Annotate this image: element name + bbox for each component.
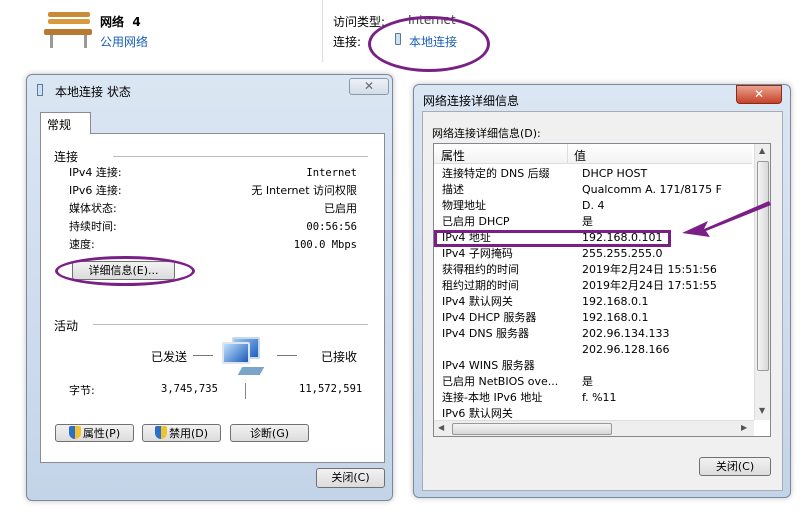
properties-button[interactable]: 属性(P) [55, 424, 134, 442]
property-value: 是 [582, 375, 593, 388]
list-row[interactable]: IPv4 子网掩码 255.255.255.0 [442, 246, 750, 262]
list-row[interactable]: 租约过期的时间 2019年2月24日 17:51:55 [442, 278, 750, 294]
close-button[interactable]: 关闭(C) [699, 457, 771, 476]
property-name: IPv4 DHCP 服务器 [442, 311, 537, 324]
list-row[interactable]: 连接-本地 IPv6 地址 f. %11 [442, 390, 750, 406]
annotation-arrow [682, 201, 771, 237]
close-button[interactable]: 关闭(C) [316, 468, 385, 488]
vertical-scrollbar[interactable]: ▲ ▼ [754, 144, 770, 420]
list-row[interactable]: 获得租约的时间 2019年2月24日 15:51:56 [442, 262, 750, 278]
list-row[interactable]: IPv4 DHCP 服务器 192.168.0.1 [442, 310, 750, 326]
close-icon[interactable]: ✕ [736, 85, 782, 104]
property-value: 192.168.0.1 [582, 311, 649, 324]
property-name: IPv4 WINS 服务器 [442, 359, 535, 372]
access-type-label: 访问类型: [333, 15, 386, 29]
details-list[interactable]: 属性 值 连接特定的 DNS 后缀 DHCP HOST 描述 Qualcomm A. … [433, 143, 771, 437]
property-value: 202.96.134.133 [582, 327, 670, 340]
sent-label: 已发送 [151, 350, 188, 364]
dialog-title: 网络连接详细信息 [423, 94, 520, 108]
shield-icon [68, 426, 81, 439]
tab-general[interactable]: 常规 [40, 112, 91, 134]
info-row: 速度: 100.0 Mbps [69, 238, 357, 251]
connection-label: 连接: [333, 35, 362, 49]
property-name: 连接特定的 DNS 后缀 [442, 167, 550, 180]
list-row[interactable]: IPv4 DNS 服务器 202.96.134.133 [442, 326, 750, 342]
activity-section-label: 活动 [54, 319, 79, 333]
info-row: 持续时间: 00:56:56 [69, 220, 357, 233]
property-value: DHCP HOST [582, 167, 648, 180]
property-value: 是 [582, 215, 593, 228]
bytes-received: 11,572,591 [299, 383, 363, 395]
network-name: 网络 4 [100, 15, 141, 29]
close-icon[interactable]: ✕ [349, 78, 389, 95]
dialog-title: 本地连接 状态 [55, 85, 131, 99]
info-row: IPv6 连接: 无 Internet 访问权限 [69, 184, 357, 197]
property-value: 255.255.255.0 [582, 247, 663, 260]
info-row: 媒体状态: 已启用 [69, 202, 357, 215]
list-row[interactable]: 202.96.128.166 [442, 342, 750, 358]
bytes-sent: 3,745,735 [161, 383, 218, 395]
property-name: 描述 [442, 183, 464, 196]
connection-section-label: 连接 [54, 150, 79, 164]
bench-icon [42, 12, 94, 48]
disable-button[interactable]: 禁用(D) [142, 424, 221, 442]
property-name: IPv4 子网掩码 [442, 247, 513, 260]
list-row[interactable]: 已启用 NetBIOS ove... 是 [442, 374, 750, 390]
list-row[interactable]: IPv4 WINS 服务器 [442, 358, 750, 374]
list-label: 网络连接详细信息(D): [432, 127, 541, 140]
property-name: 获得租约的时间 [442, 263, 519, 276]
annotation-box [434, 230, 671, 247]
property-name: IPv4 DNS 服务器 [442, 327, 530, 340]
column-header-value[interactable]: 值 [574, 147, 586, 164]
property-value: D. 4 [582, 199, 605, 212]
bytes-label: 字节: [69, 384, 95, 397]
divider [322, 0, 323, 62]
list-row[interactable]: IPv4 默认网关 192.168.0.1 [442, 294, 750, 310]
annotation-ellipse [55, 256, 195, 286]
property-value: 2019年2月24日 15:51:56 [582, 263, 717, 276]
property-name: 连接-本地 IPv6 地址 [442, 391, 543, 404]
property-value: 202.96.128.166 [582, 343, 670, 356]
property-value: 2019年2月24日 17:51:55 [582, 279, 717, 292]
diagnose-button[interactable]: 诊断(G) [230, 424, 309, 442]
list-row[interactable]: 连接特定的 DNS 后缀 DHCP HOST [442, 166, 750, 182]
received-label: 已接收 [321, 350, 358, 364]
property-value: f. %11 [582, 391, 617, 404]
info-row: IPv4 连接: Internet [69, 166, 357, 179]
property-name: 物理地址 [442, 199, 486, 212]
property-name: 租约过期的时间 [442, 279, 519, 292]
network-computers-icon [222, 337, 265, 377]
property-name: 已启用 DHCP [442, 215, 510, 228]
status-dialog: 本地连接 状态 ✕ 常规 连接 IPv4 连接: Internet IPv6 连接… [26, 74, 393, 501]
property-value: 192.168.0.1 [582, 295, 649, 308]
adapter-icon [37, 84, 43, 96]
column-header[interactable]: 属性 值 [434, 144, 752, 164]
annotation-ellipse [368, 16, 490, 72]
property-name: 已启用 NetBIOS ove... [442, 375, 559, 388]
horizontal-scrollbar[interactable]: ◀ ▶ [434, 420, 754, 436]
column-header-property[interactable]: 属性 [441, 147, 465, 164]
shield-icon [154, 426, 167, 439]
network-type-link[interactable]: 公用网络 [100, 33, 148, 50]
property-name: IPv4 默认网关 [442, 295, 513, 308]
details-dialog: 网络连接详细信息 ✕ 网络连接详细信息(D): 属性 值 连接特定的 DNS 后… [413, 84, 791, 498]
